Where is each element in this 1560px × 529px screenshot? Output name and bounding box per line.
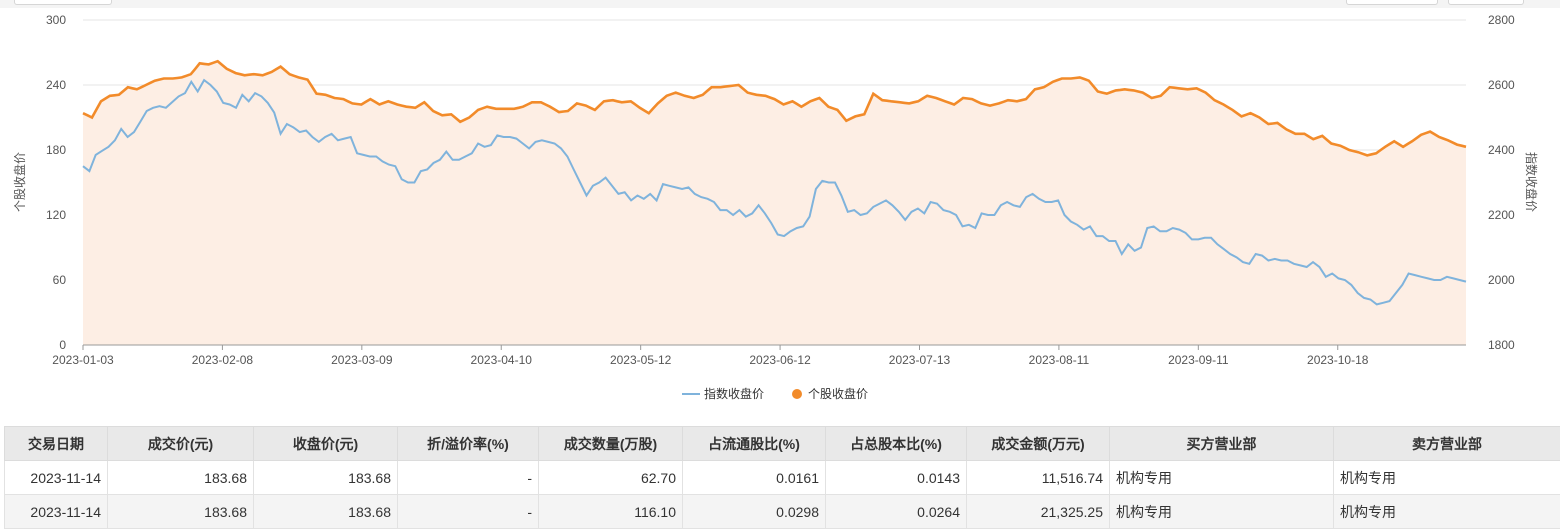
right-tick-label: 2800 bbox=[1488, 13, 1515, 27]
table-row: 2023-11-14 183.68 183.68 - 62.70 0.0161 … bbox=[5, 461, 1560, 495]
right-tick-label: 1800 bbox=[1488, 338, 1515, 352]
header-volume[interactable]: 成交数量(万股) bbox=[539, 427, 683, 461]
right-tick-label: 2600 bbox=[1488, 78, 1515, 92]
left-tick-label: 0 bbox=[59, 338, 66, 352]
legend-item-stock[interactable]: 个股收盘价 bbox=[792, 386, 868, 401]
cell-trade-price: 183.68 bbox=[108, 461, 254, 495]
left-tick-label: 300 bbox=[46, 13, 66, 27]
price-comparison-chart: 0 60 120 180 240 300 1800 2000 2200 2400 2600 2800… bbox=[0, 0, 1560, 426]
cell-amount: 11,516.74 bbox=[967, 461, 1110, 495]
header-float-ratio[interactable]: 占流通股比(%) bbox=[683, 427, 826, 461]
left-tick-label: 240 bbox=[46, 78, 66, 92]
x-tick-label: 2023-06-12 bbox=[749, 353, 811, 367]
right-axis-ticks: 1800 2000 2200 2400 2600 2800 bbox=[1488, 13, 1515, 352]
cell-total-ratio: 0.0143 bbox=[826, 461, 967, 495]
header-close-price[interactable]: 收盘价(元) bbox=[254, 427, 398, 461]
header-seller[interactable]: 卖方营业部 bbox=[1334, 427, 1560, 461]
left-axis-title: 个股收盘价 bbox=[12, 152, 27, 212]
cell-total-ratio: 0.0264 bbox=[826, 495, 967, 529]
x-tick-label: 2023-01-03 bbox=[52, 353, 114, 367]
x-tick-label: 2023-03-09 bbox=[331, 353, 393, 367]
cell-trade-price: 183.68 bbox=[108, 495, 254, 529]
legend-index-label: 指数收盘价 bbox=[704, 386, 764, 401]
legend-stock-swatch bbox=[792, 389, 802, 399]
cell-buyer[interactable]: 机构专用 bbox=[1110, 461, 1334, 495]
cell-seller[interactable]: 机构专用 bbox=[1334, 461, 1560, 495]
x-tick-label: 2023-04-10 bbox=[471, 353, 533, 367]
cell-volume: 62.70 bbox=[539, 461, 683, 495]
x-axis-ticks: 2023-01-03 2023-02-08 2023-03-09 2023-04-10… bbox=[52, 345, 1368, 367]
x-tick-label: 2023-05-12 bbox=[610, 353, 672, 367]
header-amount[interactable]: 成交金额(万元) bbox=[967, 427, 1110, 461]
cell-float-ratio: 0.0161 bbox=[683, 461, 826, 495]
cell-close-price: 183.68 bbox=[254, 461, 398, 495]
right-tick-label: 2200 bbox=[1488, 208, 1515, 222]
left-tick-label: 60 bbox=[53, 273, 67, 287]
legend-stock-label: 个股收盘价 bbox=[808, 386, 868, 401]
cell-premium-rate: - bbox=[398, 495, 539, 529]
cell-amount: 21,325.25 bbox=[967, 495, 1110, 529]
cell-close-price: 183.68 bbox=[254, 495, 398, 529]
left-tick-label: 120 bbox=[46, 208, 66, 222]
header-total-ratio[interactable]: 占总股本比(%) bbox=[826, 427, 967, 461]
x-tick-label: 2023-09-11 bbox=[1168, 353, 1229, 367]
header-buyer[interactable]: 买方营业部 bbox=[1110, 427, 1334, 461]
x-tick-label: 2023-10-18 bbox=[1307, 353, 1369, 367]
right-tick-label: 2000 bbox=[1488, 273, 1515, 287]
cell-float-ratio: 0.0298 bbox=[683, 495, 826, 529]
left-tick-label: 180 bbox=[46, 143, 66, 157]
block-trade-table: 交易日期 成交价(元) 收盘价(元) 折/溢价率(%) 成交数量(万股) 占流通… bbox=[4, 426, 1560, 529]
header-trade-date[interactable]: 交易日期 bbox=[5, 427, 108, 461]
cell-trade-date: 2023-11-14 bbox=[5, 495, 108, 529]
right-tick-label: 2400 bbox=[1488, 143, 1515, 157]
header-trade-price[interactable]: 成交价(元) bbox=[108, 427, 254, 461]
header-premium-rate[interactable]: 折/溢价率(%) bbox=[398, 427, 539, 461]
x-tick-label: 2023-02-08 bbox=[192, 353, 254, 367]
table-header-row: 交易日期 成交价(元) 收盘价(元) 折/溢价率(%) 成交数量(万股) 占流通… bbox=[5, 427, 1560, 461]
cell-premium-rate: - bbox=[398, 461, 539, 495]
stock-close-area bbox=[83, 61, 1466, 345]
cell-buyer[interactable]: 机构专用 bbox=[1110, 495, 1334, 529]
legend[interactable]: 指数收盘价 个股收盘价 bbox=[682, 386, 868, 401]
cell-trade-date: 2023-11-14 bbox=[5, 461, 108, 495]
x-tick-label: 2023-08-11 bbox=[1029, 353, 1090, 367]
right-axis-title: 指数收盘价 bbox=[1524, 152, 1539, 212]
table-row: 2023-11-14 183.68 183.68 - 116.10 0.0298… bbox=[5, 495, 1560, 529]
cell-volume: 116.10 bbox=[539, 495, 683, 529]
cell-seller[interactable]: 机构专用 bbox=[1334, 495, 1560, 529]
left-axis-ticks: 0 60 120 180 240 300 bbox=[46, 13, 66, 352]
x-tick-label: 2023-07-13 bbox=[889, 353, 951, 367]
legend-item-index[interactable]: 指数收盘价 bbox=[682, 386, 764, 401]
